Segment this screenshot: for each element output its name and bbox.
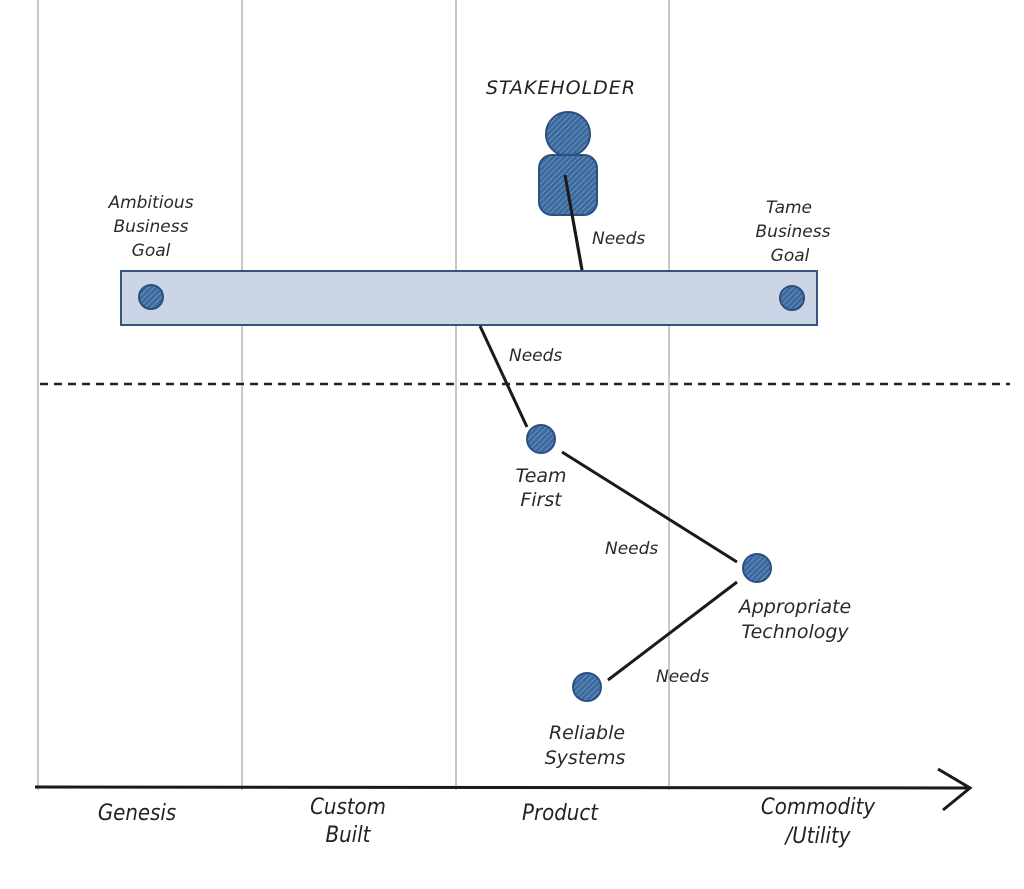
appropriate-technology-label-2: Technology [741, 621, 849, 643]
reliable-systems-node[interactable] [572, 672, 602, 702]
stakeholder-label: STAKEHOLDER [486, 77, 636, 99]
stage-custom-line1: Custom [310, 795, 386, 820]
edge-label-needs-4: Needs [656, 667, 709, 687]
ambitious-goal-label-2: Business [114, 217, 189, 237]
team-first-label-1: Team [515, 465, 566, 487]
team-first-node[interactable] [526, 424, 556, 454]
wardley-map: STAKEHOLDER Ambitious Business Goal Tame… [34, 0, 1010, 849]
edge-label-needs-1: Needs [592, 229, 645, 249]
ambitious-goal-node[interactable] [138, 284, 164, 310]
stage-custom-line2: Built [326, 823, 372, 848]
edge-label-needs-3: Needs [605, 539, 658, 559]
edge-tech-reliable [607, 580, 738, 682]
stage-genesis: Genesis [98, 801, 176, 826]
tame-goal-node[interactable] [779, 285, 805, 311]
stage-product: Product [522, 801, 599, 826]
tame-goal-label-3: Goal [771, 246, 810, 266]
stage-commodity-line2: /Utility [784, 824, 851, 849]
evolution-axis [34, 785, 969, 790]
person-icon [538, 111, 598, 271]
edge-label-needs-2: Needs [509, 346, 562, 366]
appropriate-technology-label-1: Appropriate [737, 596, 852, 618]
tame-goal-label-2: Business [756, 222, 831, 242]
goal-bar [120, 270, 818, 326]
edge-goal-team [478, 325, 529, 428]
reliable-systems-label-1: Reliable [549, 722, 625, 744]
team-first-label-2: First [520, 489, 563, 511]
stage-commodity-line1: Commodity [761, 795, 875, 820]
tame-goal-label-1: Tame [766, 198, 812, 218]
ambitious-goal-label-3: Goal [132, 241, 171, 261]
axis-arrow-icon [937, 767, 973, 812]
ambitious-goal-label-1: Ambitious [107, 193, 193, 213]
appropriate-technology-node[interactable] [742, 553, 772, 583]
reliable-systems-label-2: Systems [545, 747, 626, 769]
